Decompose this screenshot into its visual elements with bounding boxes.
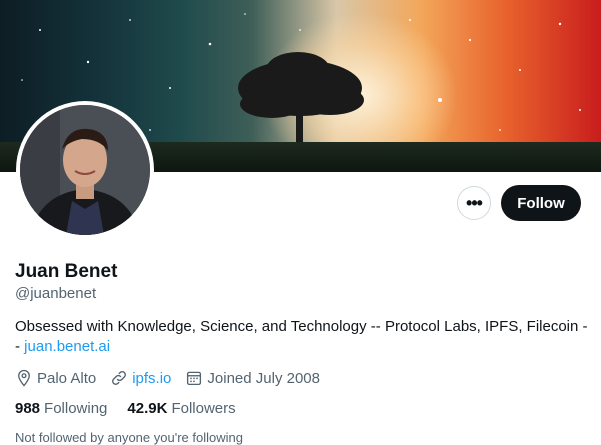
profile-bio: Obsessed with Knowledge, Science, and Te… [15,317,590,357]
joined-item: Joined July 2008 [185,369,320,387]
followed-by-note: Not followed by anyone you're following [15,430,243,445]
profile-name: Juan Benet [15,261,118,282]
following-label: Following [44,400,108,417]
avatar[interactable] [16,101,154,239]
avatar-portrait [20,105,150,235]
link-icon [112,371,127,385]
more-options-button[interactable]: ••• [457,186,491,220]
following-count: 988 [15,400,41,417]
follow-button[interactable]: Follow [501,185,581,221]
location-item: Palo Alto [15,369,96,387]
calendar-icon [187,371,202,386]
profile-handle: @juanbenet [15,285,97,302]
profile-stats: 988 Following 42.9K Followers [15,400,256,417]
website-item: ipfs.io [110,369,171,387]
followers-count: 42.9K [127,400,168,417]
followers-label: Followers [171,400,236,417]
followers-stat[interactable]: 42.9K Followers [127,400,235,417]
location-pin-icon [18,369,30,387]
joined-text: Joined July 2008 [207,369,320,387]
avatar-image [20,105,150,235]
following-stat[interactable]: 988 Following [15,400,107,417]
website-link[interactable]: ipfs.io [132,370,171,387]
tree-silhouette [238,52,364,148]
location-text: Palo Alto [37,369,97,387]
profile-meta: Palo Alto ipfs.io Joined July 2008 [15,369,334,387]
bio-link[interactable]: juan.benet.ai [24,338,110,355]
